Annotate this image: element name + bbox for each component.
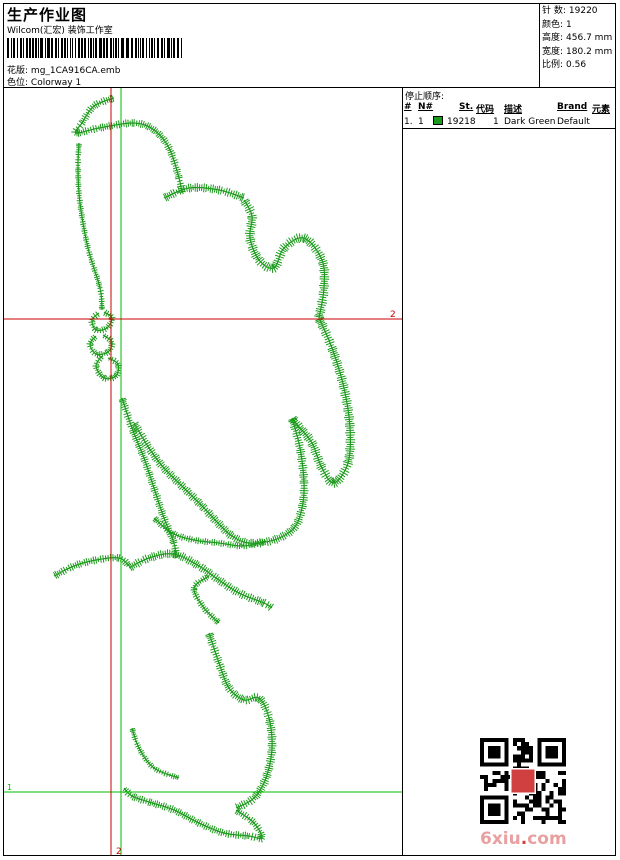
stop-row-n: 1 [418,117,424,127]
column-header-stitches: St. [459,102,474,112]
stop-row-stitches: 19218 [447,117,476,127]
stat-width: 宽度: 180.2 mm [542,46,613,57]
stat-scale: 比例: 0.56 [542,60,587,71]
satin-stitch-row [75,143,105,310]
satin-stitch-center [193,575,220,624]
stat-stitches: 针 数: 19220 [542,6,598,16]
axis-label-1: 1 [7,783,12,792]
axis-label-2-horizontal: 2 [390,310,396,320]
table-underline [403,128,616,129]
satin-outline-stitches [53,94,356,843]
panel-divider [402,87,403,856]
stat-colors: 颜色: 1 [542,19,572,30]
page-title: 生产作业图 [7,6,88,24]
stat-height: 高度: 456.7 mm [542,33,613,44]
satin-stitch-row [152,516,266,550]
stop-row-description: Dark Green [504,117,556,127]
company-name: Wilcom(汇宏) 装饰工作室 [7,26,113,36]
stop-sequence-title: 停止顺序: [405,92,445,102]
embroidery-design: 2 2 1 [4,88,402,855]
satin-stitch-row [240,198,330,319]
site-watermark: 6xiu.com [480,829,567,849]
satin-stitch-center [89,334,113,356]
stats-block: 针 数: 19220 颜色: 1 高度: 456.7 mm 宽度: 180.2 mm 比… [542,5,612,73]
column-header-element: 元素 [592,105,611,115]
satin-stitch-center [53,557,130,577]
column-header-index: # [404,102,412,112]
column-header-n: N# [418,102,434,112]
satin-stitch-center [291,317,351,484]
satin-stitch-row [130,417,309,548]
column-header-description: 描述 [504,105,523,115]
column-header-code: 代码 [476,105,495,115]
satin-stitch-row [71,94,186,193]
stop-row-code: 1 [493,117,499,127]
axis-label-2-vertical: 2 [116,847,122,855]
satin-stitch-row [288,316,356,488]
satin-stitch-center [133,417,305,544]
seal-stamp [509,767,537,795]
barcode [7,38,182,58]
satin-stitch-row [129,727,179,780]
satin-stitch-row [190,574,221,625]
qr-code [480,738,566,824]
column-header-brand: Brand [557,102,588,112]
satin-stitch-center [123,787,263,840]
stop-row-index: 1. [404,117,413,127]
stats-divider [539,3,540,87]
thread-color-swatch [433,116,443,125]
satin-stitch-row [205,632,277,812]
stop-row-brand: Default [557,117,590,127]
